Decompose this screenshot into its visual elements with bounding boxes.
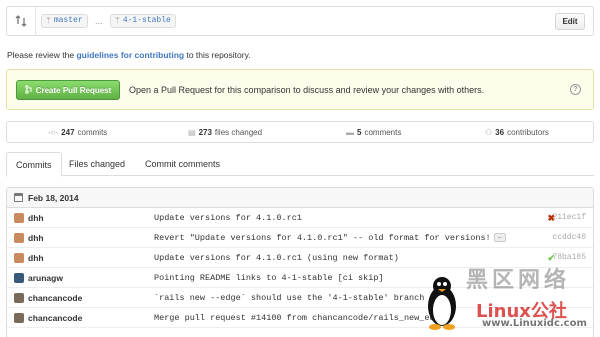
watermark-cn-text: 黑区网络	[466, 268, 571, 293]
commit-author[interactable]: dhh	[28, 253, 44, 263]
compare-tabs: Commits Files changed Commit comments	[6, 152, 594, 177]
contributors-count: 36	[495, 127, 505, 137]
commit-sha[interactable]: 78ba185	[552, 253, 586, 262]
commit-message[interactable]: `rails new --edge` should use the '4-1-s…	[154, 293, 424, 303]
watermark: 黑区网络 Linux公社 www.Linuxidc.com	[414, 262, 600, 337]
edit-button[interactable]: Edit	[555, 13, 585, 30]
commit-group-date: Feb 18, 2014	[28, 192, 79, 203]
pull-request-message: Open a Pull Request for this comparison …	[129, 85, 485, 95]
tab-commits[interactable]: Commits	[6, 152, 62, 177]
compare-separator: ...	[95, 16, 103, 26]
avatar[interactable]	[14, 293, 24, 303]
head-branch-label: 4-1-stable	[122, 16, 171, 25]
commits-icon: -○-	[48, 127, 59, 137]
stat-files-changed[interactable]: ▤ 273 files changed	[188, 122, 262, 142]
file-diff-icon: ▤	[188, 127, 196, 137]
commit-message[interactable]: Pointing README links to 4-1-stable [ci …	[154, 273, 384, 283]
create-pull-request-button[interactable]: Create Pull Request	[16, 80, 120, 100]
avatar[interactable]	[14, 273, 24, 283]
organization-icon: ⚇	[485, 127, 493, 137]
expand-message-button[interactable]: …	[493, 233, 506, 243]
commits-label: commits	[77, 127, 108, 137]
head-branch-selector[interactable]: ᛘ 4-1-stable	[110, 14, 176, 28]
files-label: files changed	[214, 127, 263, 137]
avatar[interactable]	[14, 313, 24, 323]
branch-icon: ᛘ	[115, 16, 120, 25]
commit-message-wrap: Revert "Update versions for 4.1.0.rc1" -…	[154, 233, 506, 243]
branch-icon: ᛘ	[46, 16, 51, 25]
tab-commit-comments[interactable]: Commit comments	[136, 152, 229, 176]
contributing-guidelines-link[interactable]: guidelines for contributing	[76, 50, 184, 60]
notice-prefix: Please review the	[7, 50, 77, 60]
comments-count: 5	[357, 127, 362, 137]
compare-bar: ᛘ master ... ᛘ 4-1-stable Edit	[6, 6, 594, 36]
commits-count: 247	[61, 127, 75, 137]
commit-author[interactable]: chancancode	[28, 313, 82, 323]
tab-files-changed[interactable]: Files changed	[60, 152, 134, 176]
comment-icon: ▬	[346, 127, 354, 137]
contributors-label: contributors	[507, 127, 549, 137]
files-count: 273	[198, 127, 212, 137]
create-pull-request-label: Create Pull Request	[35, 85, 112, 95]
comments-label: comments	[364, 127, 402, 137]
commit-author[interactable]: arunagw	[28, 273, 63, 283]
commit-message[interactable]: Revert "Update versions for 4.1.0.rc1" -…	[154, 233, 491, 243]
divider	[35, 7, 36, 35]
pull-request-banner: Create Pull Request Open a Pull Request …	[6, 69, 594, 110]
commit-row: dhh Update versions for 4.1.0.rc1 ✖ 211e…	[7, 208, 593, 228]
commit-row: dhh Revert "Update versions for 4.1.0.rc…	[7, 228, 593, 248]
avatar[interactable]	[14, 253, 24, 263]
commit-group-header: Feb 18, 2014	[7, 188, 593, 208]
watermark-site: www.Linuxidc.com	[482, 318, 587, 329]
base-branch-selector[interactable]: ᛘ master	[41, 14, 88, 28]
commit-author[interactable]: dhh	[28, 213, 44, 223]
stat-comments[interactable]: ▬ 5 comments	[346, 122, 401, 142]
commit-sha[interactable]: 211ec1f	[552, 213, 586, 222]
avatar[interactable]	[14, 213, 24, 223]
pull-request-icon	[25, 84, 33, 96]
base-branch-label: master	[53, 16, 83, 25]
commit-message[interactable]: Update versions for 4.1.0.rc1	[154, 213, 302, 223]
contributing-notice: Please review the guidelines for contrib…	[7, 50, 251, 60]
commit-message[interactable]: Merge pull request #14100 from chancanco…	[154, 313, 445, 323]
calendar-icon	[14, 193, 23, 202]
stat-contributors[interactable]: ⚇ 36 contributors	[485, 122, 549, 142]
compare-stats-bar: -○- 247 commits ▤ 273 files changed ▬ 5 …	[6, 121, 594, 143]
notice-suffix: to this repository.	[184, 50, 251, 60]
help-icon[interactable]: ?	[570, 84, 581, 95]
commit-message[interactable]: Update versions for 4.1.0.rc1 (using new…	[154, 253, 399, 263]
stat-commits[interactable]: -○- 247 commits	[48, 122, 107, 142]
commit-sha[interactable]: ccddc40	[552, 233, 586, 242]
commit-author[interactable]: dhh	[28, 233, 44, 243]
avatar[interactable]	[14, 233, 24, 243]
watermark-penguin-icon	[428, 277, 456, 330]
commit-author[interactable]: chancancode	[28, 293, 82, 303]
compare-icon[interactable]	[15, 15, 27, 27]
